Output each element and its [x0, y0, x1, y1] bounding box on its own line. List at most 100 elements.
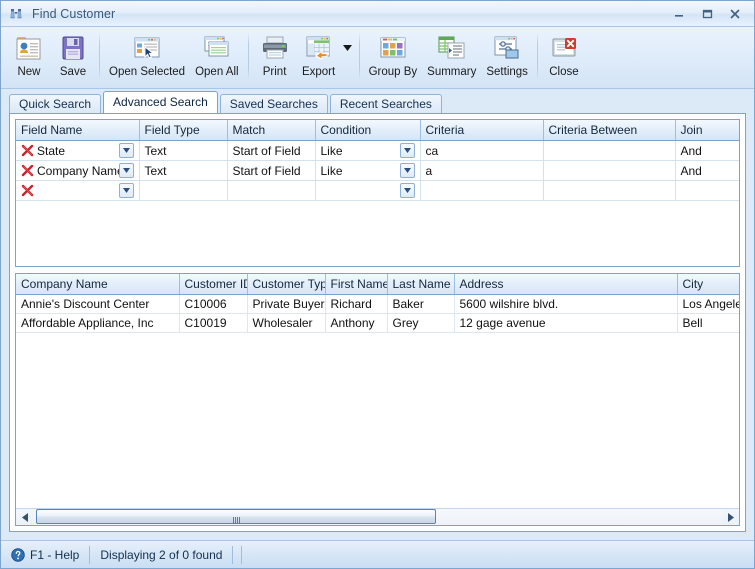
condition-dropdown-icon[interactable]: [399, 183, 415, 198]
field-name-dropdown-icon[interactable]: [118, 163, 134, 178]
criteria-cell-criteria[interactable]: ca: [420, 140, 544, 161]
results-column-customer-type[interactable]: Customer Type: [247, 274, 326, 295]
toolbar-label-group-by: Group By: [368, 66, 418, 78]
criteria-field-name-value: Company Name: [37, 163, 119, 178]
results-header-row: Company Name Customer ID Customer Type F…: [16, 274, 739, 295]
cell-last-name: Grey: [387, 313, 455, 333]
criteria-cell-condition[interactable]: Like: [315, 140, 421, 161]
results-column-company-name[interactable]: Company Name: [16, 274, 180, 295]
tab-recent-searches[interactable]: Recent Searches: [329, 94, 442, 114]
maximize-button[interactable]: [694, 4, 720, 24]
toolbar-label-settings: Settings: [486, 66, 528, 78]
criteria-column-join[interactable]: Join: [675, 120, 739, 141]
criteria-cell-criteria[interactable]: a: [420, 160, 544, 181]
criteria-column-condition[interactable]: Condition: [315, 120, 421, 141]
criteria-row[interactable]: Company Name Text Start of Field Like a …: [16, 160, 739, 181]
table-row[interactable]: Annie's Discount Center C10006 Private B…: [16, 294, 739, 314]
criteria-condition-value: Like: [320, 163, 343, 178]
criteria-column-match[interactable]: Match: [227, 120, 316, 141]
cell-customer-type: Wholesaler: [247, 313, 326, 333]
toolbar-label-export: Export: [301, 66, 336, 78]
toolbar-button-close[interactable]: Close: [542, 30, 586, 86]
results-grid: Company Name Customer ID Customer Type F…: [15, 273, 740, 526]
close-button[interactable]: [722, 4, 748, 24]
toolbar-button-new[interactable]: New: [7, 30, 51, 86]
toolbar-button-save[interactable]: Save: [51, 30, 95, 86]
field-name-dropdown-icon[interactable]: [118, 143, 134, 158]
toolbar-label-open-all: Open All: [195, 66, 239, 78]
criteria-column-field-name[interactable]: Field Name: [16, 120, 140, 141]
toolbar-button-print[interactable]: Print: [253, 30, 297, 86]
tab-quick-search[interactable]: Quick Search: [9, 94, 102, 114]
tab-saved-searches[interactable]: Saved Searches: [219, 94, 328, 114]
criteria-grid: Field Name Field Type Match Condition Cr…: [15, 119, 740, 267]
toolbar-button-open-selected[interactable]: Open Selected: [104, 30, 190, 86]
new-record-icon: [12, 32, 46, 64]
results-column-first-name[interactable]: First Name: [325, 274, 388, 295]
cell-customer-id: C10006: [179, 294, 248, 314]
floppy-disk-icon: [56, 32, 90, 64]
toolbar-button-summary[interactable]: Summary: [422, 30, 481, 86]
criteria-row-empty[interactable]: [16, 180, 739, 201]
criteria-column-field-type[interactable]: Field Type: [139, 120, 228, 141]
toolbar-label-save: Save: [59, 66, 87, 78]
export-dropdown-arrow-icon[interactable]: [341, 32, 355, 64]
status-spacer: [233, 545, 243, 564]
criteria-cell-condition[interactable]: [315, 180, 421, 201]
horizontal-scrollbar[interactable]: [16, 508, 739, 525]
criteria-cell-field-name[interactable]: Company Name: [16, 160, 140, 181]
delete-row-icon[interactable]: [21, 164, 34, 177]
scroll-left-arrow-icon[interactable]: [16, 509, 33, 525]
status-help[interactable]: F1 - Help: [9, 545, 91, 564]
cell-company-name: Annie's Discount Center: [16, 294, 180, 314]
condition-dropdown-icon[interactable]: [399, 163, 415, 178]
open-all-icon: [200, 32, 234, 64]
scrollbar-track[interactable]: [33, 509, 722, 525]
criteria-row[interactable]: State Text Start of Field Like ca And: [16, 140, 739, 161]
binoculars-icon: [8, 6, 24, 22]
tab-bar: Quick Search Advanced Search Saved Searc…: [1, 89, 754, 114]
criteria-cell-criteria-between[interactable]: [543, 160, 676, 181]
criteria-cell-criteria-between[interactable]: [543, 140, 676, 161]
criteria-cell-criteria-between[interactable]: [543, 180, 676, 201]
window-title: Find Customer: [32, 6, 116, 21]
toolbar-button-group-by[interactable]: Group By: [364, 30, 423, 86]
toolbar-label-new: New: [17, 66, 41, 78]
field-name-dropdown-icon[interactable]: [118, 183, 134, 198]
criteria-cell-match[interactable]: Start of Field: [227, 140, 316, 161]
scrollbar-thumb[interactable]: [36, 509, 436, 524]
table-row[interactable]: Affordable Appliance, Inc C10019 Wholesa…: [16, 313, 739, 333]
criteria-cell-field-name[interactable]: [16, 180, 140, 201]
results-column-last-name[interactable]: Last Name: [387, 274, 455, 295]
results-column-address[interactable]: Address: [454, 274, 678, 295]
criteria-cell-condition[interactable]: Like: [315, 160, 421, 181]
delete-row-icon[interactable]: [21, 184, 34, 197]
criteria-column-criteria[interactable]: Criteria: [420, 120, 544, 141]
title-bar: Find Customer: [1, 1, 754, 27]
criteria-cell-join[interactable]: [675, 180, 739, 201]
criteria-cell-join[interactable]: And: [675, 160, 739, 181]
criteria-cell-match[interactable]: Start of Field: [227, 160, 316, 181]
cell-city: Bell: [677, 313, 739, 333]
condition-dropdown-icon[interactable]: [399, 143, 415, 158]
criteria-cell-join[interactable]: And: [675, 140, 739, 161]
toolbar-label-print: Print: [262, 66, 287, 78]
cell-company-name: Affordable Appliance, Inc: [16, 313, 180, 333]
results-column-customer-id[interactable]: Customer ID: [179, 274, 248, 295]
criteria-cell-criteria[interactable]: [420, 180, 544, 201]
toolbar-button-open-all[interactable]: Open All: [190, 30, 243, 86]
open-selected-icon: [130, 32, 164, 64]
criteria-cell-field-name[interactable]: State: [16, 140, 140, 161]
delete-row-icon[interactable]: [21, 144, 34, 157]
results-column-city[interactable]: City: [677, 274, 739, 295]
minimize-button[interactable]: [666, 4, 692, 24]
scroll-right-arrow-icon[interactable]: [722, 509, 739, 525]
toolbar-button-export[interactable]: Export: [297, 30, 341, 86]
toolbar-button-settings[interactable]: Settings: [481, 30, 533, 86]
status-count-label: Displaying 2 of 0 found: [100, 547, 223, 562]
group-by-icon: [376, 32, 410, 64]
criteria-cell-match[interactable]: [227, 180, 316, 201]
find-customer-window: Find Customer New Save Open Selected Ope…: [0, 0, 755, 569]
criteria-column-criteria-between[interactable]: Criteria Between: [543, 120, 676, 141]
tab-advanced-search[interactable]: Advanced Search: [103, 91, 218, 113]
